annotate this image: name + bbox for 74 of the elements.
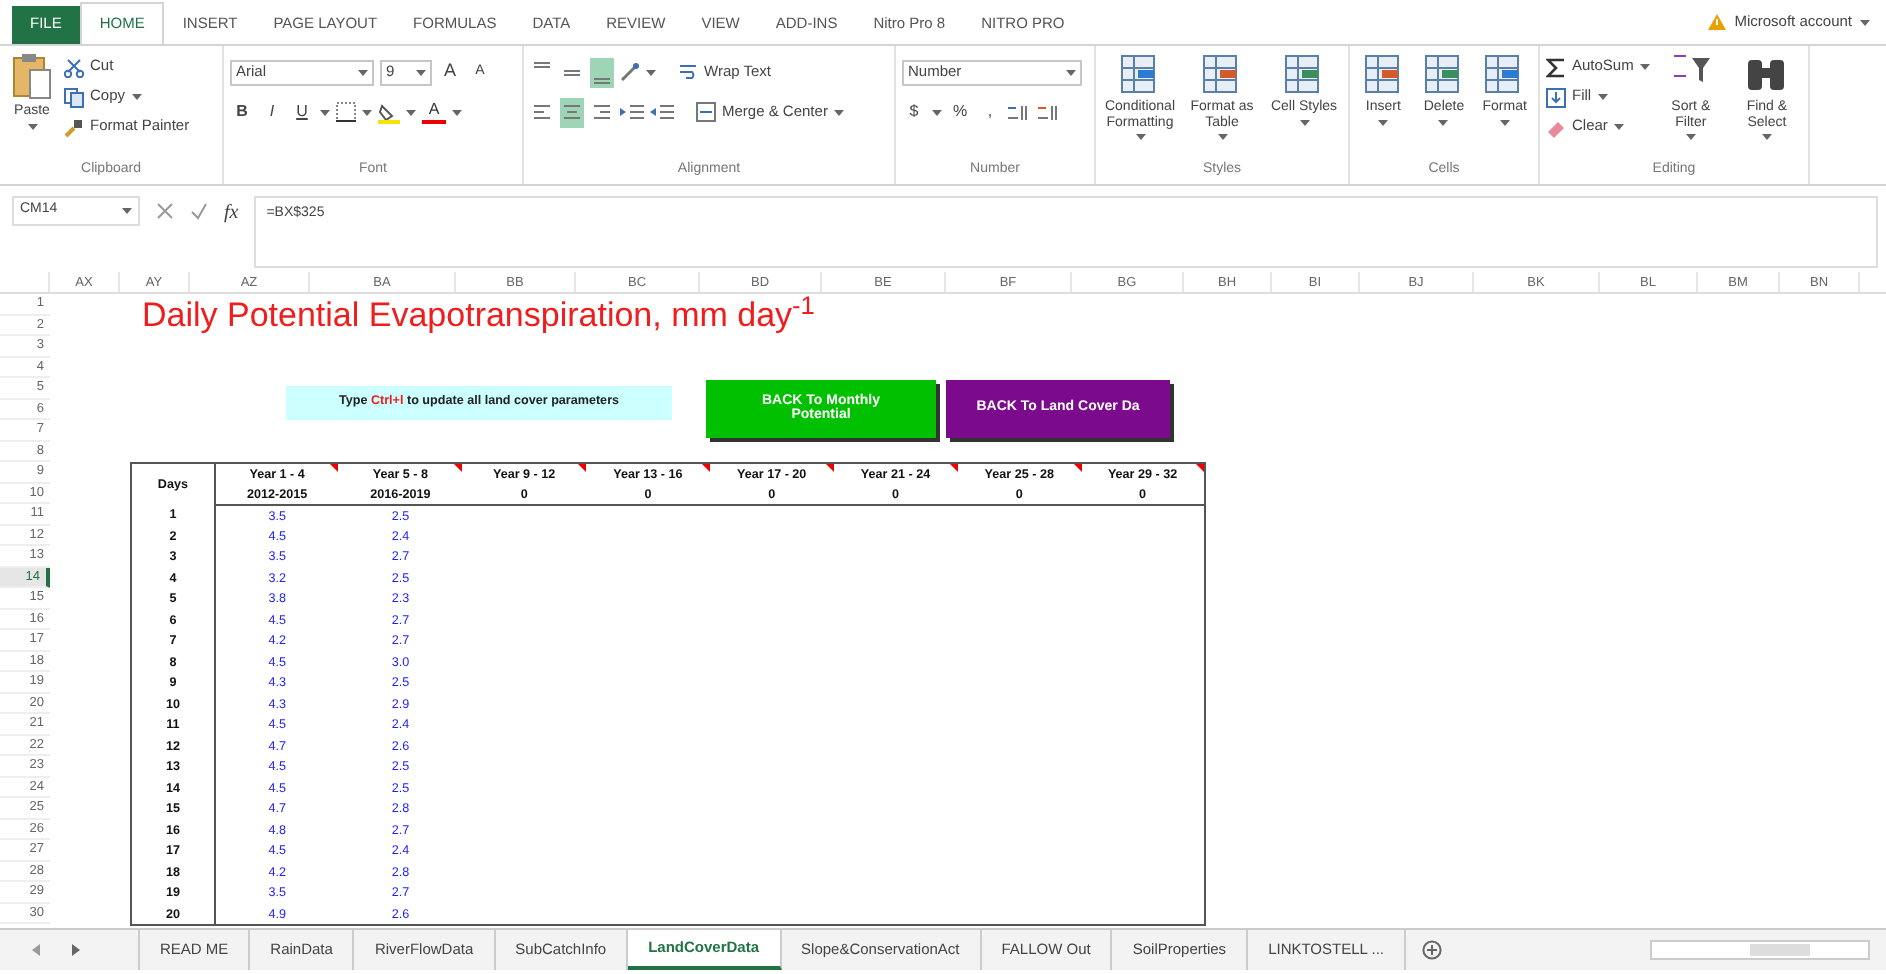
fill-down-icon bbox=[1546, 87, 1566, 107]
caret-icon bbox=[1217, 134, 1227, 141]
decrease-decimal-icon bbox=[1038, 102, 1062, 122]
caret-icon bbox=[646, 69, 656, 75]
warning-icon bbox=[1708, 14, 1727, 30]
indent-icon bbox=[620, 102, 644, 122]
caret-icon bbox=[833, 109, 844, 115]
lines-icon bbox=[532, 102, 552, 122]
underline-button[interactable]: U bbox=[290, 97, 314, 127]
caret-icon bbox=[320, 109, 330, 115]
lines-icon bbox=[592, 102, 612, 122]
font-color-button[interactable]: A bbox=[422, 100, 446, 124]
comma-button[interactable]: , bbox=[978, 97, 1002, 127]
scroll-right-icon bbox=[72, 944, 80, 956]
scroll-left-icon bbox=[32, 944, 40, 956]
caret-icon bbox=[1299, 119, 1309, 126]
insert-function-button[interactable]: fx bbox=[224, 202, 239, 224]
caret-icon bbox=[416, 69, 426, 75]
caret-icon bbox=[1378, 119, 1389, 126]
fill-bucket-icon bbox=[378, 101, 400, 123]
lines-icon bbox=[564, 69, 580, 75]
caret-icon bbox=[1066, 69, 1076, 75]
caret-icon bbox=[362, 109, 372, 115]
currency-button[interactable]: $ bbox=[902, 97, 926, 127]
caret-icon bbox=[122, 208, 132, 214]
grow-font-button[interactable]: A bbox=[438, 57, 462, 87]
comment-marker-icon bbox=[701, 464, 710, 472]
caret-icon bbox=[1761, 134, 1772, 141]
eraser-icon bbox=[1546, 117, 1566, 137]
caret-icon bbox=[406, 109, 416, 115]
comment-marker-icon bbox=[825, 464, 834, 472]
horizontal-scrollbar-icon bbox=[1650, 940, 1870, 960]
lines-icon bbox=[534, 61, 550, 67]
sheet-title: Daily Potential Evapotranspiration, mm day$^{-1}$ bbox=[140, 298, 817, 332]
paintbrush-icon bbox=[64, 117, 84, 137]
comment-marker-icon bbox=[1073, 464, 1082, 472]
comment-marker-icon bbox=[949, 464, 958, 472]
caret-icon bbox=[358, 69, 368, 75]
copy-icon bbox=[64, 87, 84, 107]
comment-marker-icon bbox=[454, 464, 463, 472]
bold-button[interactable]: B bbox=[230, 97, 254, 127]
caret-icon bbox=[1639, 64, 1650, 70]
comment-marker-icon bbox=[1196, 464, 1204, 472]
italic-button[interactable]: I bbox=[260, 97, 284, 127]
comment-marker-icon bbox=[330, 464, 339, 472]
caret-icon bbox=[1860, 19, 1870, 25]
sigma-icon bbox=[1546, 57, 1566, 77]
lines-icon bbox=[562, 102, 582, 122]
lines-icon bbox=[594, 77, 610, 83]
caret-icon bbox=[452, 109, 462, 115]
caret-icon bbox=[131, 94, 142, 100]
comment-marker-icon bbox=[578, 464, 587, 472]
caret-icon bbox=[1597, 94, 1608, 100]
vertical-align-button[interactable] bbox=[590, 57, 614, 87]
clipboard-icon bbox=[12, 52, 52, 100]
wrap-icon bbox=[678, 62, 698, 82]
angled-text-icon bbox=[620, 62, 640, 82]
increase-decimal-icon bbox=[1008, 102, 1032, 122]
caret-icon bbox=[1613, 124, 1624, 130]
check-icon bbox=[190, 202, 208, 220]
add-sheet-icon bbox=[1422, 940, 1443, 960]
caret-icon bbox=[27, 123, 37, 130]
caret-icon bbox=[1499, 119, 1510, 126]
caret-icon bbox=[1685, 134, 1696, 141]
indent-icon bbox=[650, 102, 674, 122]
cancel-icon bbox=[156, 202, 174, 220]
caret-icon bbox=[1438, 119, 1449, 126]
merge-icon bbox=[696, 102, 716, 122]
caret-icon bbox=[932, 109, 942, 115]
scissors-icon bbox=[64, 57, 84, 77]
percent-button[interactable]: % bbox=[948, 97, 972, 127]
caret-icon bbox=[1135, 134, 1145, 141]
borders-icon bbox=[336, 102, 356, 122]
horizontal-align-button[interactable] bbox=[560, 97, 584, 127]
